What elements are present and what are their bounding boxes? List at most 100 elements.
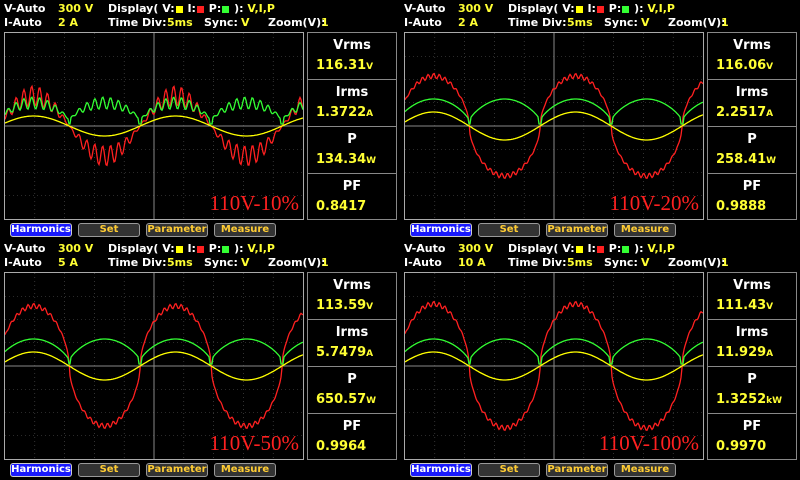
zoom-value[interactable]: 1 bbox=[321, 15, 329, 30]
pf-cell: PF 0.9888 bbox=[708, 174, 796, 220]
irms-label: Irms bbox=[735, 325, 769, 340]
power-label: P bbox=[347, 132, 357, 147]
display-label: Display( V: I: P: ): V,I,P bbox=[508, 242, 675, 255]
i-range-value[interactable]: 2 A bbox=[458, 15, 478, 30]
sync-value[interactable]: V bbox=[641, 255, 650, 270]
time-div-label: Time Div: bbox=[508, 256, 567, 269]
sync-label: Sync: bbox=[604, 16, 638, 29]
sync-value[interactable]: V bbox=[641, 15, 650, 30]
harmonics-button[interactable]: Harmonics bbox=[410, 223, 472, 237]
waveform-panel-3: V-Auto 300 V Display( V: I: P: ): V,I,P … bbox=[0, 240, 398, 478]
power-value: 1.3252kW bbox=[716, 392, 783, 407]
irms-label: Irms bbox=[335, 325, 369, 340]
irms-value: 2.2517A bbox=[716, 105, 774, 120]
power-cell: P 1.3252kW bbox=[708, 367, 796, 414]
parameter-button[interactable]: Parameter bbox=[546, 463, 608, 477]
irms-cell: Irms 2.2517A bbox=[708, 80, 796, 127]
v-range-value[interactable]: 300 V bbox=[58, 1, 93, 16]
i-mode-label: I-Auto bbox=[404, 16, 442, 29]
time-div-value[interactable]: 5ms bbox=[567, 255, 593, 270]
current-color-swatch bbox=[596, 245, 604, 253]
measure-button[interactable]: Measure bbox=[614, 463, 676, 477]
current-color-swatch bbox=[196, 245, 204, 253]
vrms-label: Vrms bbox=[333, 38, 371, 53]
irms-label: Irms bbox=[735, 85, 769, 100]
v-mode-label: V-Auto bbox=[404, 2, 446, 15]
sync-label: Sync: bbox=[604, 256, 638, 269]
vrms-value: 116.06V bbox=[716, 58, 774, 73]
zoom-value[interactable]: 1 bbox=[321, 255, 329, 270]
measurement-panel: Vrms 116.31V Irms 1.3722A P 134.34W PF 0… bbox=[307, 32, 397, 220]
irms-cell: Irms 1.3722A bbox=[308, 80, 396, 127]
sync-value[interactable]: V bbox=[241, 15, 250, 30]
vrms-value: 111.43V bbox=[716, 298, 774, 313]
power-color-swatch bbox=[622, 245, 630, 253]
display-value[interactable]: V,I,P bbox=[247, 2, 275, 15]
irms-value: 11.929A bbox=[716, 345, 774, 360]
time-div-value[interactable]: 5ms bbox=[167, 15, 193, 30]
measurement-panel: Vrms 111.43V Irms 11.929A P 1.3252kW PF … bbox=[707, 272, 797, 460]
harmonics-button[interactable]: Harmonics bbox=[10, 463, 72, 477]
v-mode-label: V-Auto bbox=[4, 242, 46, 255]
power-value: 134.34W bbox=[316, 152, 377, 167]
zoom-value[interactable]: 1 bbox=[721, 255, 729, 270]
test-condition-label: 110V-50% bbox=[209, 431, 299, 455]
display-label: Display( V: I: P: ): V,I,P bbox=[108, 242, 275, 255]
power-label: P bbox=[747, 132, 757, 147]
v-range-value[interactable]: 300 V bbox=[58, 241, 93, 256]
display-label: Display( V: I: P: ): V,I,P bbox=[108, 2, 275, 15]
v-range-value[interactable]: 300 V bbox=[458, 241, 493, 256]
vrms-cell: Vrms 116.31V bbox=[308, 33, 396, 80]
measurement-panel: Vrms 113.59V Irms 5.7479A P 650.57W PF 0… bbox=[307, 272, 397, 460]
time-div-value[interactable]: 5ms bbox=[167, 255, 193, 270]
pf-label: PF bbox=[742, 419, 762, 434]
oscilloscope-screen: 110V-50% bbox=[4, 272, 304, 460]
pf-cell: PF 0.9970 bbox=[708, 414, 796, 460]
display-value[interactable]: V,I,P bbox=[247, 242, 275, 255]
parameter-button[interactable]: Parameter bbox=[546, 223, 608, 237]
power-value: 258.41W bbox=[716, 152, 777, 167]
v-range-value[interactable]: 300 V bbox=[458, 1, 493, 16]
display-label: Display( V: I: P: ): V,I,P bbox=[508, 2, 675, 15]
current-color-swatch bbox=[596, 5, 604, 13]
measure-button[interactable]: Measure bbox=[614, 223, 676, 237]
display-value[interactable]: V,I,P bbox=[647, 2, 675, 15]
i-range-value[interactable]: 5 A bbox=[58, 255, 78, 270]
voltage-color-swatch bbox=[175, 5, 183, 13]
pf-cell: PF 0.8417 bbox=[308, 174, 396, 220]
vrms-cell: Vrms 111.43V bbox=[708, 273, 796, 320]
oscilloscope-screen: 110V-100% bbox=[404, 272, 704, 460]
power-color-swatch bbox=[622, 5, 630, 13]
harmonics-button[interactable]: Harmonics bbox=[410, 463, 472, 477]
set-button[interactable]: Set bbox=[78, 223, 140, 237]
pf-value: 0.8417 bbox=[316, 199, 367, 214]
v-mode-label: V-Auto bbox=[4, 2, 46, 15]
i-range-value[interactable]: 2 A bbox=[58, 15, 78, 30]
set-button[interactable]: Set bbox=[478, 463, 540, 477]
parameter-button[interactable]: Parameter bbox=[146, 463, 208, 477]
set-button[interactable]: Set bbox=[478, 223, 540, 237]
sync-value[interactable]: V bbox=[241, 255, 250, 270]
time-div-label: Time Div: bbox=[108, 16, 167, 29]
zoom-value[interactable]: 1 bbox=[721, 15, 729, 30]
pf-value: 0.9888 bbox=[716, 199, 767, 214]
time-div-label: Time Div: bbox=[108, 256, 167, 269]
irms-cell: Irms 5.7479A bbox=[308, 320, 396, 367]
measure-button[interactable]: Measure bbox=[214, 463, 276, 477]
harmonics-button[interactable]: Harmonics bbox=[10, 223, 72, 237]
time-div-label: Time Div: bbox=[508, 16, 567, 29]
vrms-cell: Vrms 113.59V bbox=[308, 273, 396, 320]
test-condition-label: 110V-20% bbox=[609, 191, 699, 215]
vrms-label: Vrms bbox=[733, 278, 771, 293]
current-color-swatch bbox=[196, 5, 204, 13]
display-value[interactable]: V,I,P bbox=[647, 242, 675, 255]
measure-button[interactable]: Measure bbox=[214, 223, 276, 237]
set-button[interactable]: Set bbox=[78, 463, 140, 477]
time-div-value[interactable]: 5ms bbox=[567, 15, 593, 30]
voltage-color-swatch bbox=[575, 245, 583, 253]
oscilloscope-screen: 110V-20% bbox=[404, 32, 704, 220]
i-range-value[interactable]: 10 A bbox=[458, 255, 486, 270]
irms-cell: Irms 11.929A bbox=[708, 320, 796, 367]
parameter-button[interactable]: Parameter bbox=[146, 223, 208, 237]
power-cell: P 134.34W bbox=[308, 127, 396, 174]
